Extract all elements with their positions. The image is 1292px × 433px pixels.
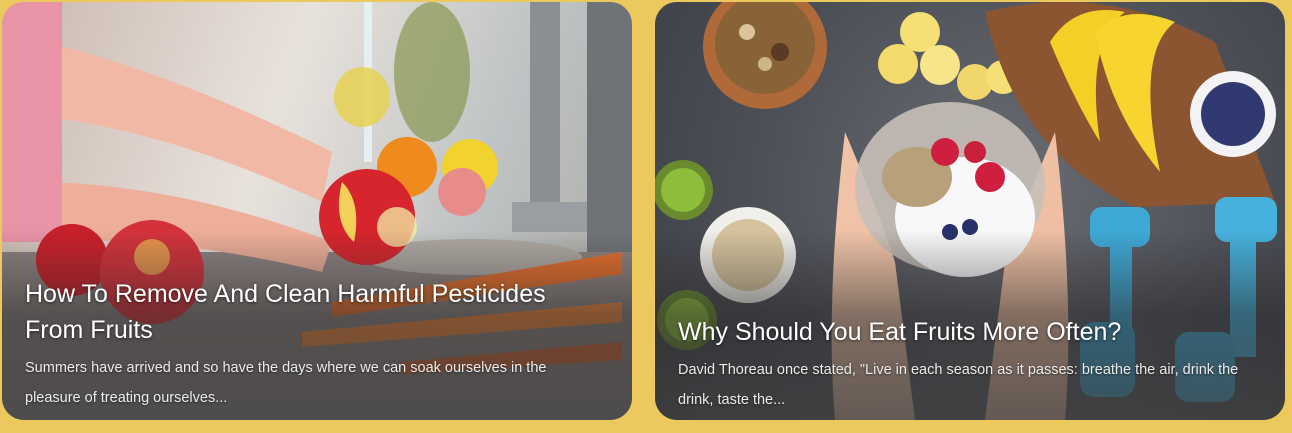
article-card-eat-fruits[interactable]: Why Should You Eat Fruits More Often? Da… [655,2,1285,420]
card-text: How To Remove And Clean Harmful Pesticid… [25,276,602,413]
article-excerpt: Summers have arrived and so have the day… [25,360,547,406]
article-title[interactable]: How To Remove And Clean Harmful Pesticid… [25,276,602,348]
article-excerpt: David Thoreau once stated, "Live in each… [678,362,1239,408]
article-card-pesticides[interactable]: How To Remove And Clean Harmful Pesticid… [2,2,632,420]
card-text: Why Should You Eat Fruits More Often? Da… [678,314,1255,415]
article-title[interactable]: Why Should You Eat Fruits More Often? [678,314,1255,350]
